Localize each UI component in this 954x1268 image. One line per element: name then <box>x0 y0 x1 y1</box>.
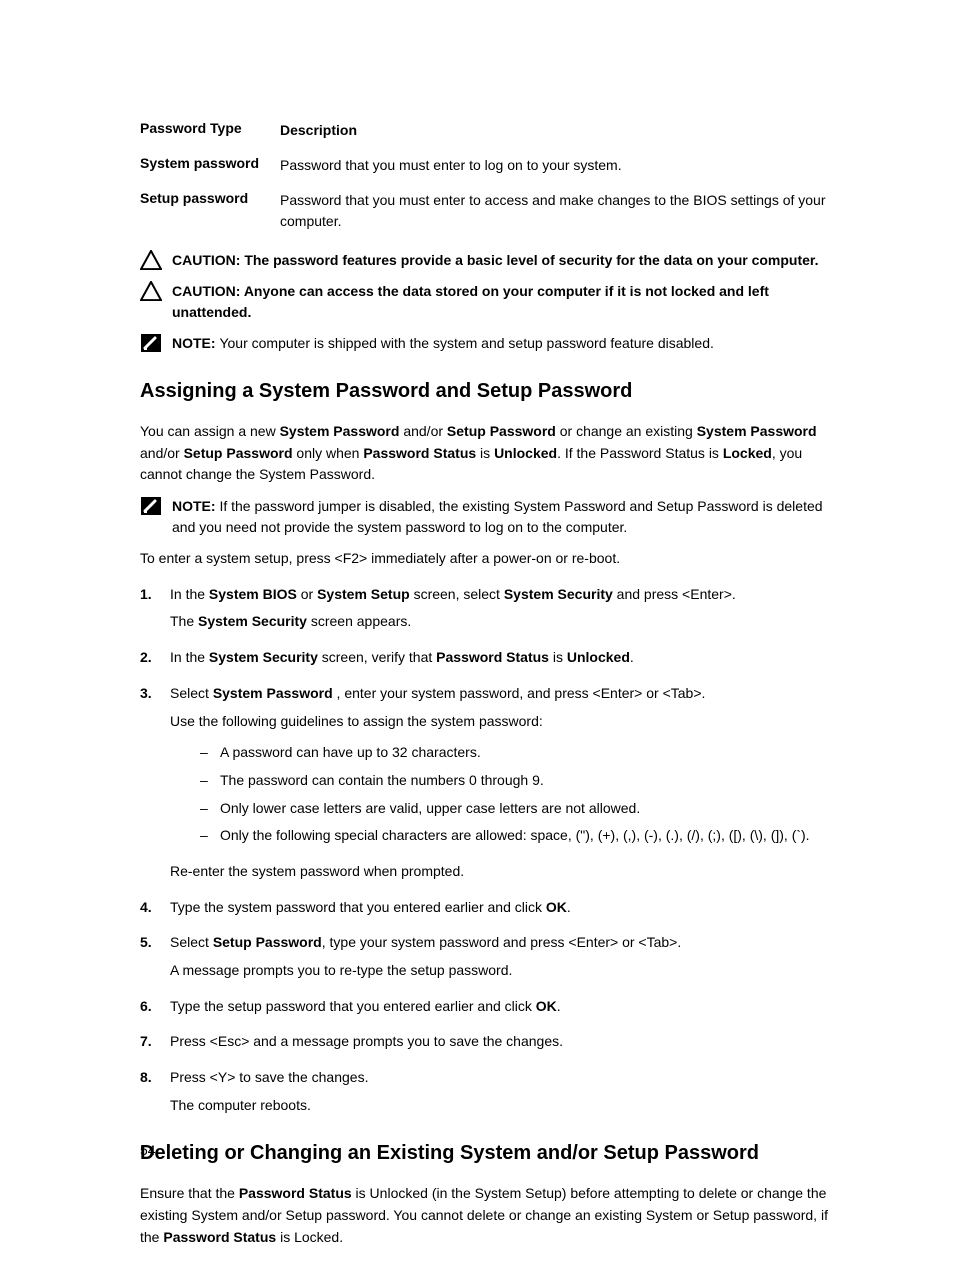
caution-admonition: CAUTION: The password features provide a… <box>140 250 834 271</box>
caution-admonition: CAUTION: Anyone can access the data stor… <box>140 281 834 323</box>
step-item: 7. Press <Esc> and a message prompts you… <box>140 1031 834 1053</box>
table-row: System password Password that you must e… <box>140 155 834 176</box>
table-cell: Password that you must enter to access a… <box>280 190 834 232</box>
caution-text: CAUTION: The password features provide a… <box>172 250 834 271</box>
note-icon <box>140 496 162 516</box>
list-item: –Only lower case letters are valid, uppe… <box>200 798 834 820</box>
step-item: 3. Select System Password , enter your s… <box>140 683 834 883</box>
table-header-col1: Password Type <box>140 120 280 136</box>
caution-text: CAUTION: Anyone can access the data stor… <box>172 281 834 323</box>
note-text: NOTE: If the password jumper is disabled… <box>172 496 834 538</box>
step-item: 5. Select Setup Password, type your syst… <box>140 932 834 981</box>
table-header-row: Password Type Description <box>140 120 834 141</box>
guidelines-list: –A password can have up to 32 characters… <box>200 742 834 847</box>
table-header-col2: Description <box>280 120 834 141</box>
caution-icon <box>140 250 162 270</box>
step-item: 2. In the System Security screen, verify… <box>140 647 834 669</box>
table-cell: Password that you must enter to log on t… <box>280 155 834 176</box>
section-heading: Deleting or Changing an Existing System … <box>140 1142 834 1165</box>
note-text: NOTE: Your computer is shipped with the … <box>172 333 834 354</box>
note-admonition: NOTE: If the password jumper is disabled… <box>140 496 834 538</box>
outro-paragraph: Ensure that the Password Status is Unloc… <box>140 1183 834 1248</box>
steps-list: 1. In the System BIOS or System Setup sc… <box>140 584 834 1117</box>
list-item: –Only the following special characters a… <box>200 825 834 847</box>
intro-paragraph: You can assign a new System Password and… <box>140 421 834 486</box>
list-item: –A password can have up to 32 characters… <box>200 742 834 764</box>
table-cell: System password <box>140 155 280 171</box>
step-item: 6. Type the setup password that you ente… <box>140 996 834 1018</box>
table-row: Setup password Password that you must en… <box>140 190 834 232</box>
step-item: 4. Type the system password that you ent… <box>140 897 834 919</box>
password-type-table: Password Type Description System passwor… <box>140 120 834 232</box>
step-item: 1. In the System BIOS or System Setup sc… <box>140 584 834 633</box>
step-item: 8. Press <Y> to save the changes. The co… <box>140 1067 834 1116</box>
document-page: Password Type Description System passwor… <box>0 0 954 1268</box>
list-item: –The password can contain the numbers 0 … <box>200 770 834 792</box>
enter-setup-paragraph: To enter a system setup, press <F2> imme… <box>140 548 834 570</box>
page-number: 54 <box>140 1142 156 1158</box>
section-heading: Assigning a System Password and Setup Pa… <box>140 380 834 403</box>
caution-icon <box>140 281 162 301</box>
table-cell: Setup password <box>140 190 280 206</box>
note-admonition: NOTE: Your computer is shipped with the … <box>140 333 834 354</box>
note-icon <box>140 333 162 353</box>
